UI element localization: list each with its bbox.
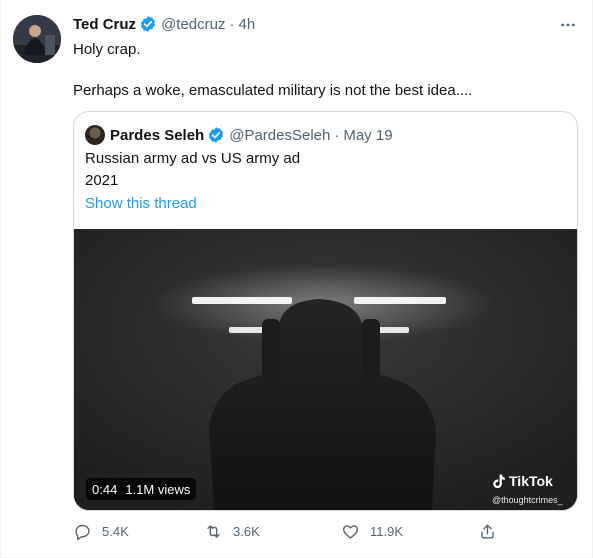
reply-count: 5.4K	[102, 524, 129, 539]
tweet[interactable]: Ted Cruz @tedcruz · 4h Holy crap. Perhap…	[0, 0, 593, 558]
reply-icon	[75, 524, 90, 541]
more-icon[interactable]	[554, 11, 582, 39]
quoted-tweet-header: Pardes Seleh @PardesSeleh · May 19	[85, 125, 393, 145]
separator-dot: ·	[334, 126, 340, 144]
video-duration: 0:44	[92, 481, 118, 497]
tiktok-handle: @thoughtcrimes_	[492, 495, 563, 505]
author-name[interactable]: Ted Cruz	[73, 16, 136, 33]
share-icon	[481, 524, 494, 539]
video-frame	[74, 229, 577, 510]
like-count: 11.9K	[370, 524, 404, 539]
like-button[interactable]: 11.9K	[341, 522, 403, 541]
quoted-author-handle[interactable]: @PardesSeleh	[229, 127, 330, 144]
tiktok-label: TikTok	[509, 473, 553, 489]
quoted-text-line1: Russian army ad vs US army ad	[85, 150, 301, 167]
author-handle[interactable]: @tedcruz	[161, 16, 225, 33]
quoted-text-line2: 2021	[85, 172, 119, 189]
like-icon	[343, 525, 358, 539]
tweet-time[interactable]: 4h	[238, 16, 255, 33]
verified-icon	[207, 126, 225, 144]
tweet-header: Ted Cruz @tedcruz · 4h	[73, 15, 255, 33]
retweet-icon	[207, 525, 220, 538]
video-badge: 0:44 1.1M views	[86, 478, 197, 500]
quoted-tweet-date[interactable]: May 19	[343, 127, 392, 144]
video-views: 1.1M views	[125, 481, 191, 497]
quoted-avatar[interactable]	[85, 125, 105, 145]
separator-dot: ·	[229, 15, 235, 33]
retweet-button[interactable]: 3.6K	[204, 522, 260, 541]
retweet-count: 3.6K	[233, 524, 260, 539]
video-player[interactable]: 0:44 1.1M views TikTok @thoughtcrimes_	[74, 229, 577, 510]
quoted-tweet[interactable]: Pardes Seleh @PardesSeleh · May 19 Russi…	[73, 111, 578, 511]
tiktok-icon	[493, 474, 505, 488]
tweet-text-line2: Perhaps a woke, emasculated military is …	[73, 82, 473, 99]
tweet-text-line1: Holy crap.	[73, 41, 141, 58]
action-bar: 5.4K 3.6K 11.9K	[73, 522, 503, 546]
show-thread-link[interactable]: Show this thread	[85, 195, 197, 212]
reply-button[interactable]: 5.4K	[73, 522, 129, 541]
share-button[interactable]	[478, 522, 497, 541]
tiktok-watermark: TikTok	[492, 473, 553, 489]
verified-icon	[139, 15, 157, 33]
avatar[interactable]	[13, 15, 61, 63]
quoted-author-name[interactable]: Pardes Seleh	[110, 127, 204, 144]
